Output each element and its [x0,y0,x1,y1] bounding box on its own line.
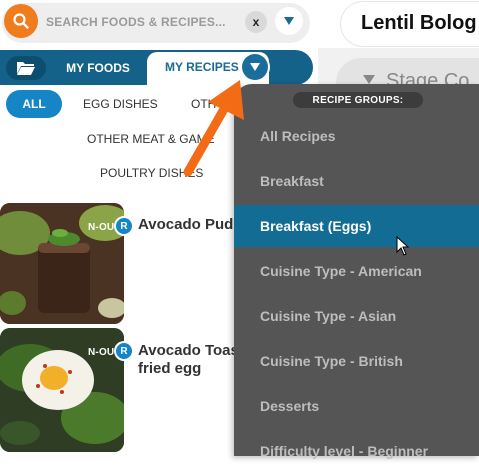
filter-all[interactable]: ALL [6,90,62,118]
tab-my-foods[interactable]: MY FOODS [50,55,146,81]
dropdown-item[interactable]: Desserts [234,385,479,427]
dropdown-item[interactable]: Cuisine Type - Asian [234,295,479,337]
search-button[interactable] [4,4,38,38]
filter-egg-dishes[interactable]: EGG DISHES [83,97,158,111]
dropdown-item[interactable]: Difficulty level - Beginner [234,430,479,472]
dropdown-item[interactable]: All Recipes [234,115,479,157]
dropdown-header: RECIPE GROUPS: [293,92,423,108]
dropdown-item[interactable]: Cuisine Type - American [234,250,479,292]
recipe-title-item-line2: fried egg [138,360,202,377]
dropdown-item[interactable]: Breakfast [234,160,479,202]
caret-down-icon [363,75,375,84]
search-input[interactable] [44,11,238,33]
mouse-cursor-icon [396,236,410,256]
recipe-title-item[interactable]: Avocado Pud [138,216,233,234]
dropdown-item-active[interactable]: Breakfast (Eggs) [234,205,479,247]
search-dropdown-button[interactable] [275,7,303,35]
tab-my-recipes-label: MY RECIPES [165,60,239,74]
meal-badge: N-OU [88,347,115,358]
dropdown-item[interactable]: Cuisine Type - British [234,340,479,382]
annotation-arrow-icon [183,80,244,177]
tab-folder[interactable] [6,56,46,80]
triangle-down-icon [284,17,294,25]
recipe-title-item[interactable]: Avocado Toas [138,342,239,360]
recipe-groups-toggle[interactable] [242,54,268,80]
clear-search-button[interactable]: x [245,11,267,33]
search-icon [13,13,29,29]
triangle-down-icon [250,63,260,71]
recipe-badge: R [116,343,132,359]
meal-badge: N-OU [88,222,115,233]
recipe-title: Lentil Bolog [361,12,477,34]
folder-open-icon [17,62,35,75]
recipe-badge: R [116,218,132,234]
